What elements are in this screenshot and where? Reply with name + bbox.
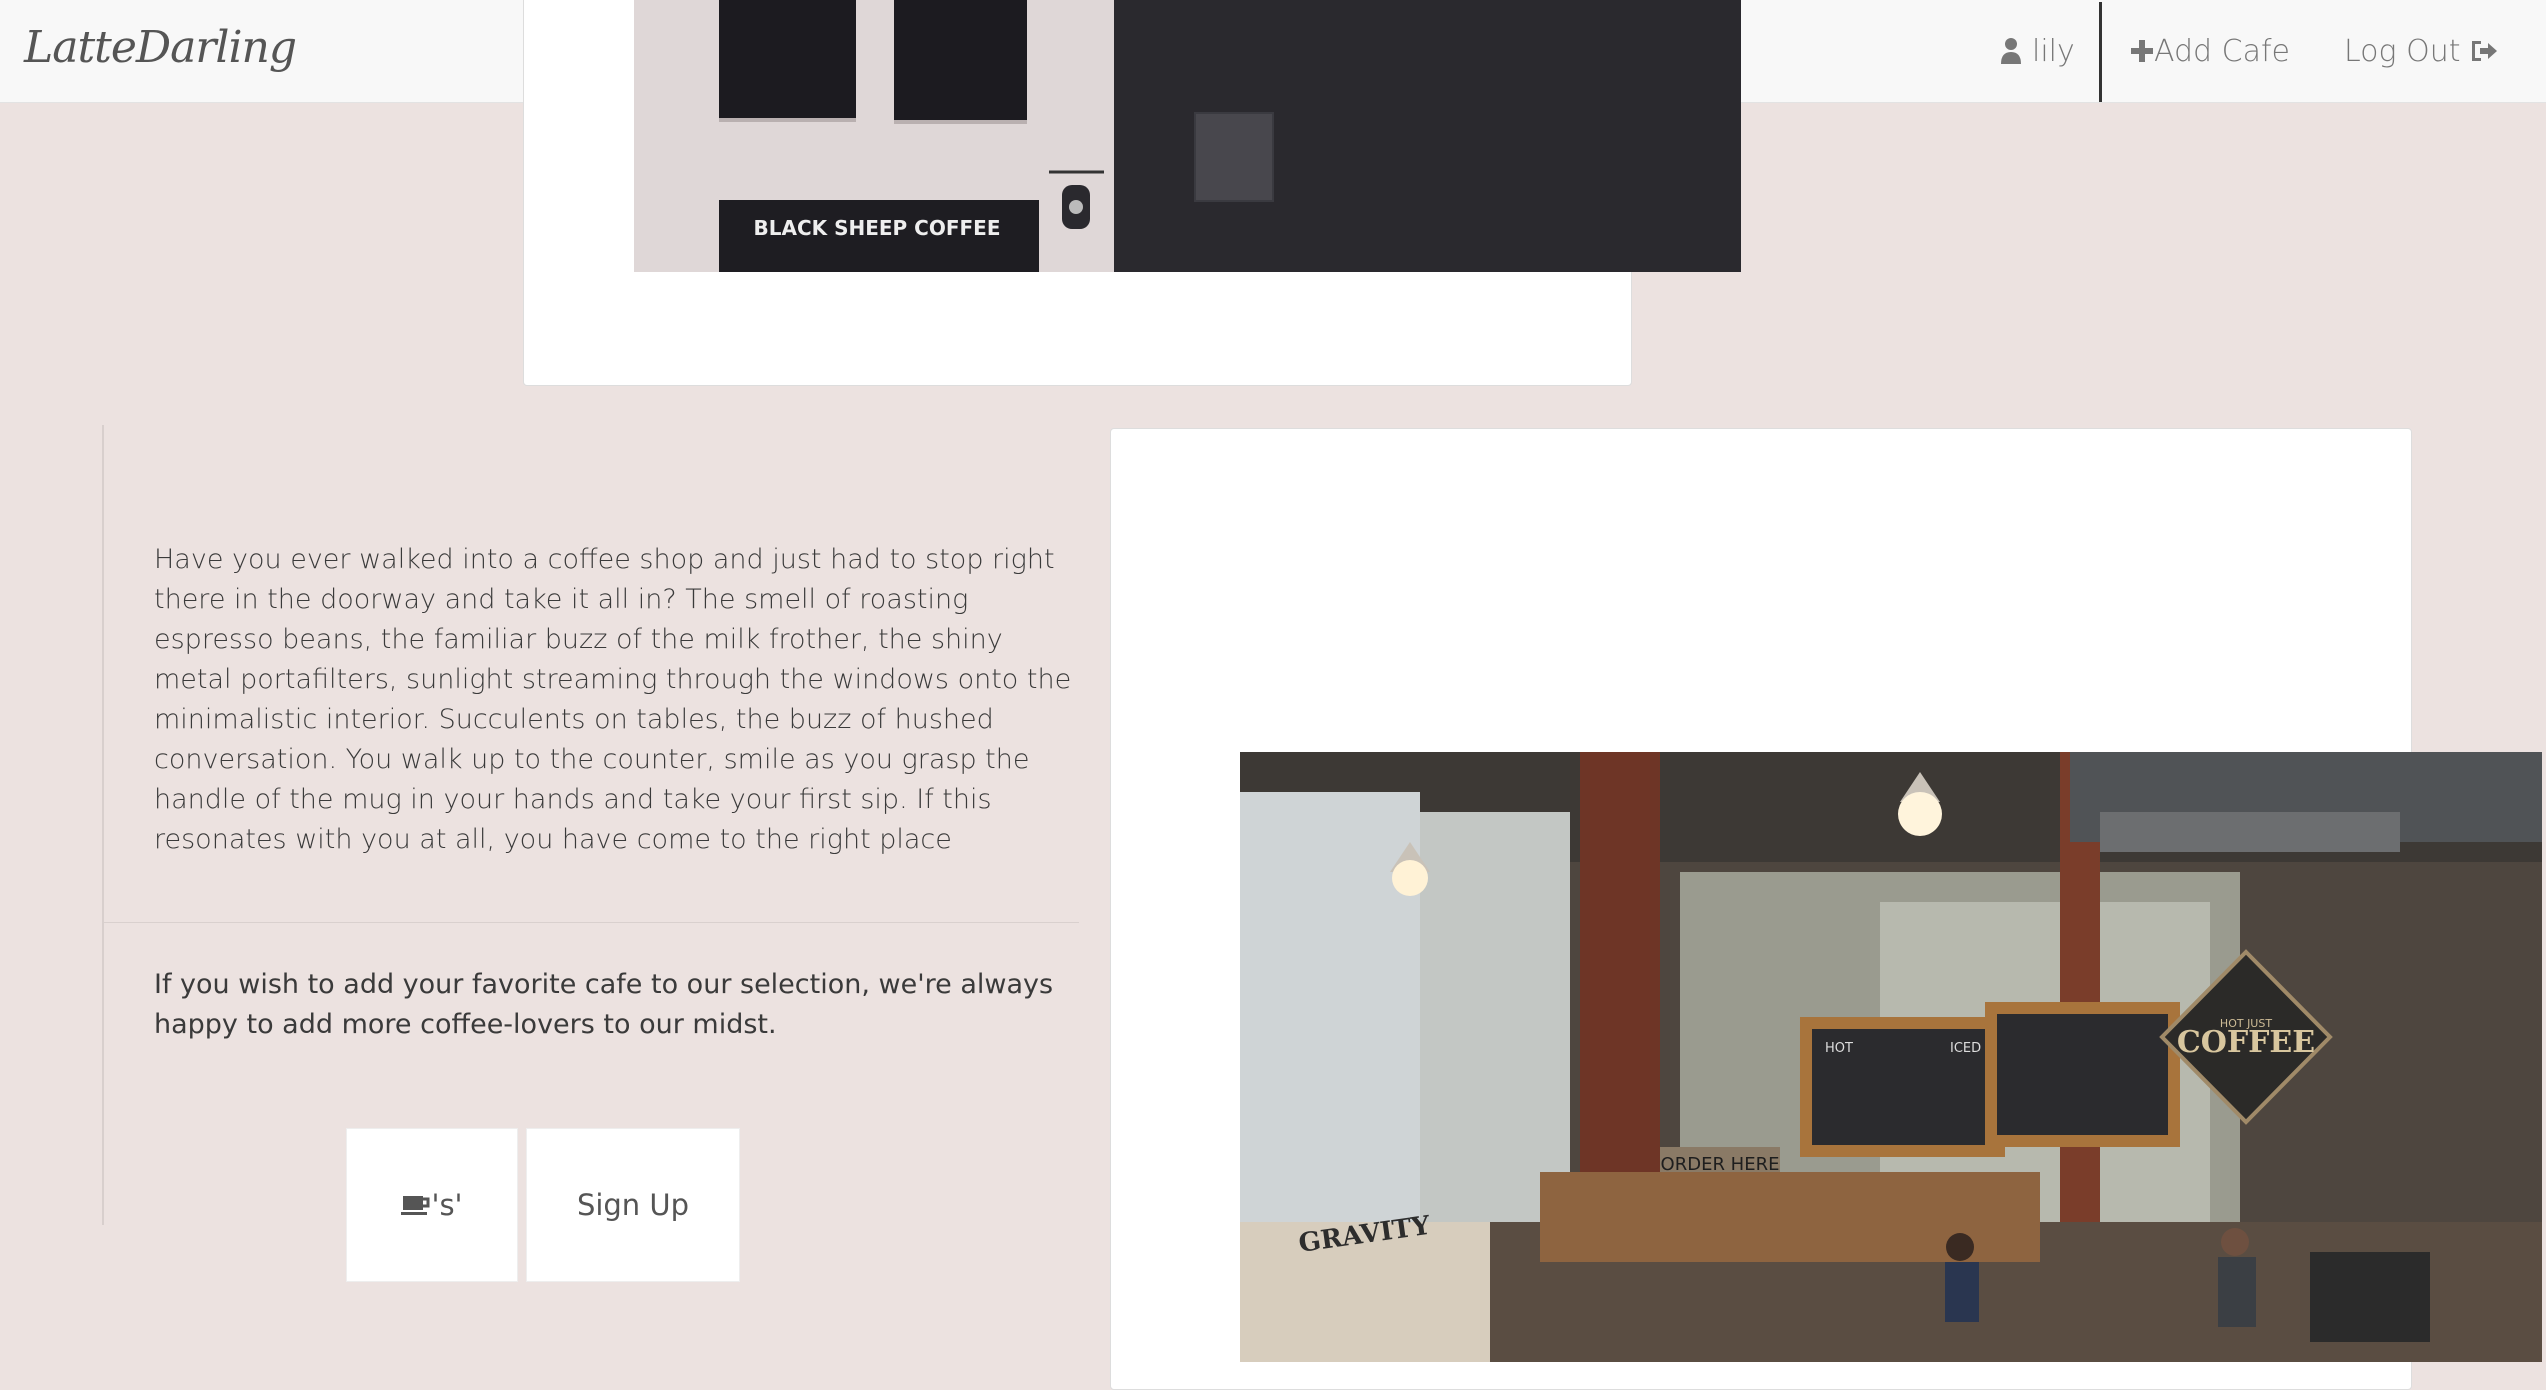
- sign-up-label: Sign Up: [576, 1188, 690, 1222]
- cafe-interior-photo: HOT ICED HOT JUST COFFEE ORDER HERE GRAV…: [1240, 752, 2542, 1362]
- add-cafe-label: Add Cafe: [2154, 33, 2290, 69]
- menu-left-hot: HOT: [1825, 1041, 1853, 1056]
- logout-label: Log Out: [2344, 33, 2461, 69]
- nav-divider: [2099, 2, 2102, 102]
- brand-logo[interactable]: LatteDarling: [24, 22, 297, 73]
- cafes-button[interactable]: 's': [346, 1128, 518, 1282]
- user-icon: [2001, 38, 2021, 64]
- coffee-cup-icon: [401, 1196, 430, 1215]
- intro-column: Have you ever walked into a coffee shop …: [102, 425, 1079, 1282]
- black-sheep-coffee-photo: BLACK SHEEP COFFEE: [634, 0, 1741, 272]
- coffee-sign: COFFEE: [2177, 1025, 2315, 1060]
- menu-left-iced: ICED: [1950, 1041, 1981, 1056]
- sign-out-icon: [2472, 41, 2498, 61]
- add-cafe-note: If you wish to add your favorite cafe to…: [154, 969, 1054, 1040]
- section-divider: [104, 922, 1079, 923]
- intro-paragraph: Have you ever walked into a coffee shop …: [154, 544, 1072, 855]
- sign-text: BLACK SHEEP COFFEE: [753, 216, 1000, 240]
- add-cafe-link[interactable]: Add Cafe: [2130, 0, 2290, 102]
- cafes-button-label: 's': [431, 1188, 463, 1222]
- sign-up-button[interactable]: Sign Up: [526, 1128, 740, 1282]
- nav-user-link[interactable]: lily: [2000, 0, 2075, 102]
- logout-link[interactable]: Log Out: [2344, 0, 2498, 102]
- order-here-sign: ORDER HERE: [1661, 1154, 1780, 1175]
- plus-icon: [2131, 40, 2153, 62]
- nav-user-label: lily: [2032, 33, 2075, 69]
